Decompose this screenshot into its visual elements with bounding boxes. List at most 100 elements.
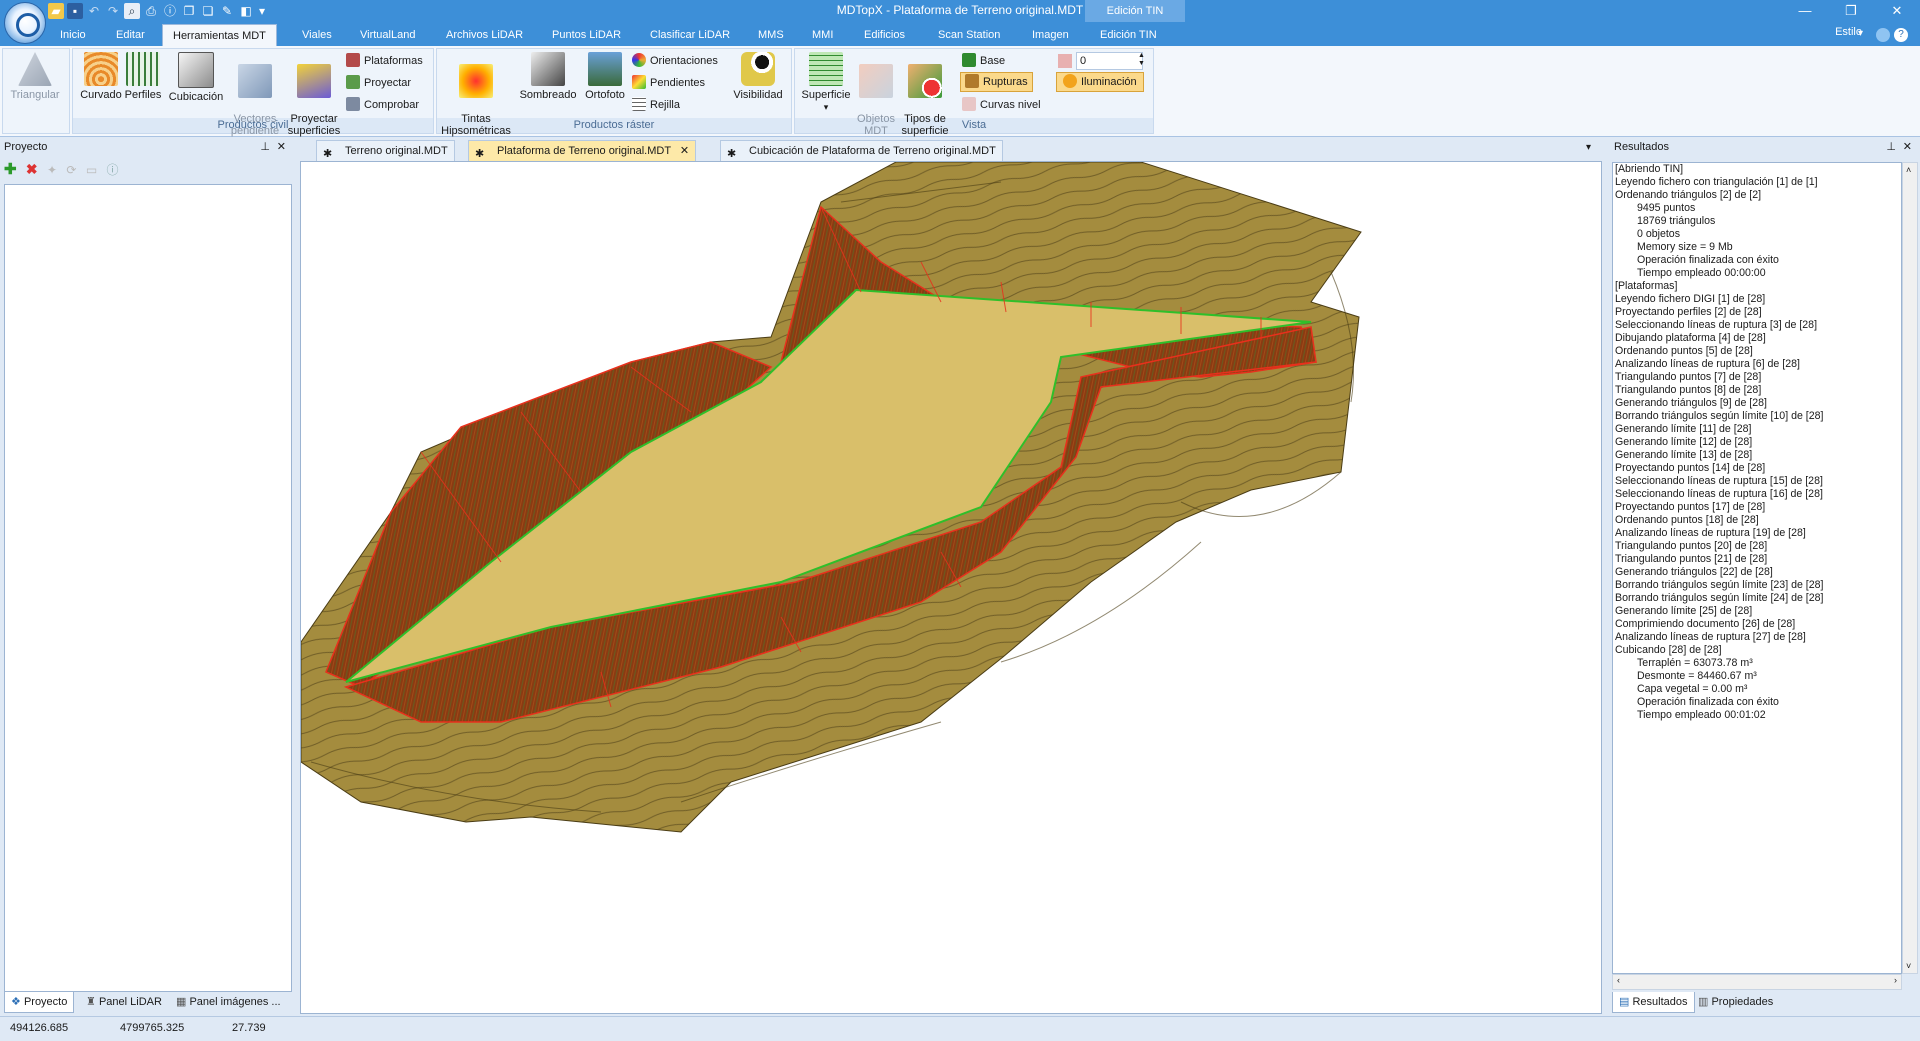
tipos-superficie-button[interactable]: Tipos de superficie <box>898 52 952 137</box>
pin-icon[interactable]: ⊥ <box>260 138 270 156</box>
log-line: Analizando líneas de ruptura [27] de [28… <box>1615 631 1806 643</box>
scroll-down-icon[interactable]: ˅ <box>1906 961 1911 971</box>
tintas-label: Tintas Hipsométricas <box>441 113 511 137</box>
log-line: Triangulando puntos [7] de [28] <box>1615 371 1762 383</box>
base-toggle[interactable]: Base <box>962 52 1005 70</box>
status-y-coordinate: 4799765.325 <box>120 1022 185 1034</box>
style-dropdown-icon[interactable]: ▾ <box>1858 28 1863 39</box>
tab-edificios[interactable]: Edificios <box>854 24 915 46</box>
doc-tab-terreno[interactable]: ✱ Terreno original.MDT <box>316 140 455 161</box>
proyectar-label: Proyectar <box>364 77 412 89</box>
log-line: Seleccionando líneas de ruptura [3] de [… <box>1615 319 1818 331</box>
orientaciones-label: Orientaciones <box>650 55 718 67</box>
surface-grid-icon <box>809 52 843 86</box>
tab-edicion-tin[interactable]: Edición TIN <box>1090 24 1167 46</box>
sombreado-button[interactable]: Sombreado <box>516 52 580 118</box>
scroll-right-icon[interactable]: › <box>1894 975 1897 985</box>
spin-value-field[interactable]: 0 <box>1076 52 1143 70</box>
results-log[interactable]: [Abriendo TIN] Leyendo fichero con triang… <box>1612 162 1902 974</box>
visibilidad-label: Visibilidad <box>733 89 783 101</box>
profiles-icon <box>126 52 160 86</box>
tab-editar[interactable]: Editar <box>106 24 155 46</box>
lidar-tab-icon: ♜ <box>86 996 96 1008</box>
tab-propiedades[interactable]: ▥ Propiedades <box>1692 992 1779 1012</box>
iluminacion-toggle[interactable]: Iluminación <box>1056 72 1144 92</box>
bulb-icon[interactable]: ✦ <box>47 163 57 177</box>
add-icon[interactable]: ✚ <box>4 161 17 178</box>
help-icon[interactable]: ? <box>1894 28 1908 42</box>
tipos-label: Tipos de superficie <box>901 113 949 137</box>
log-line: Triangulando puntos [20] de [28] <box>1615 540 1768 552</box>
tab-viales[interactable]: Viales <box>292 24 342 46</box>
log-line: Generando límite [12] de [28] <box>1615 436 1753 448</box>
objetos-mdt-button[interactable]: Objetos MDT <box>856 52 896 137</box>
cubicacion-button[interactable]: Cubicación <box>166 52 226 118</box>
tab-clasificar-lidar[interactable]: Clasificar LiDAR <box>640 24 740 46</box>
minimize-button[interactable]: — <box>1782 0 1828 22</box>
proyectar-button[interactable]: Proyectar <box>346 74 411 92</box>
ortofoto-button[interactable]: Ortofoto <box>580 52 630 118</box>
doc-tab-plataforma[interactable]: ✱ Plataforma de Terreno original.MDT ✕ <box>468 140 697 161</box>
doc-tab-cubicacion[interactable]: ✱ Cubicación de Plataforma de Terreno ori… <box>720 140 1003 161</box>
refresh-icon[interactable]: ⟳ <box>66 163 76 177</box>
surface-types-icon <box>908 64 942 98</box>
curvas-nivel-toggle[interactable]: Curvas nivel <box>962 96 1041 114</box>
tab-mmi[interactable]: MMI <box>802 24 843 46</box>
tab-virtualland[interactable]: VirtualLand <box>350 24 425 46</box>
rupturas-toggle[interactable]: Rupturas <box>960 72 1033 92</box>
log-vscrollbar[interactable]: ˄ ˅ <box>1902 162 1918 974</box>
panel-close-icon[interactable]: ✕ <box>1903 138 1912 156</box>
rejilla-button[interactable]: Rejilla <box>632 96 680 114</box>
log-line: Ordenando puntos [5] de [28] <box>1615 345 1753 357</box>
comprobar-button[interactable]: Comprobar <box>346 96 419 114</box>
app-logo-icon[interactable] <box>4 2 46 44</box>
delete-icon[interactable]: ✖ <box>26 161 38 177</box>
log-line: Operación finalizada con éxito <box>1637 254 1779 266</box>
log-line: Borrando triángulos según límite [10] de… <box>1615 410 1824 422</box>
tab-archivos-lidar[interactable]: Archivos LiDAR <box>436 24 533 46</box>
tab-panel-imagenes[interactable]: ▦ Panel imágenes ... <box>170 992 287 1012</box>
tab-inicio[interactable]: Inicio <box>50 24 96 46</box>
folder-icon[interactable]: ▭ <box>86 163 97 177</box>
triangular-button[interactable]: Triangular <box>8 52 62 118</box>
vectores-pendiente-button[interactable]: Vectores pendiente <box>226 52 284 137</box>
tab-proyecto[interactable]: ❖ Proyecto <box>4 992 75 1013</box>
project-tree[interactable] <box>4 184 292 992</box>
slopes-icon <box>632 75 646 89</box>
tab-imagen[interactable]: Imagen <box>1022 24 1079 46</box>
plataformas-button[interactable]: Plataformas <box>346 52 423 70</box>
minimize-ribbon-icon[interactable] <box>1876 28 1890 42</box>
terrain-3d-viewport[interactable] <box>300 161 1602 1014</box>
maximize-button[interactable]: ❐ <box>1828 0 1874 22</box>
log-line: Triangulando puntos [21] de [28] <box>1615 553 1768 565</box>
tab-herramientas-mdt[interactable]: Herramientas MDT <box>162 24 277 47</box>
log-hscrollbar[interactable]: ‹ › <box>1612 974 1902 990</box>
visibilidad-button[interactable]: Visibilidad <box>728 52 788 118</box>
doc-tab-close-icon[interactable]: ✕ <box>680 141 689 161</box>
exaggeration-spinner[interactable]: 0 ▲ ▼ <box>1058 52 1148 70</box>
proyectar-superficies-button[interactable]: Proyectar superficies <box>284 52 344 137</box>
scroll-up-icon[interactable]: ˄ <box>1906 165 1911 175</box>
close-button[interactable]: ✕ <box>1874 0 1920 22</box>
scroll-left-icon[interactable]: ‹ <box>1617 975 1620 985</box>
log-line: Triangulando puntos [8] de [28] <box>1615 384 1762 396</box>
tin-icon: ✱ <box>323 148 333 160</box>
project-tab-icon: ❖ <box>11 996 21 1008</box>
doc-tabs-dropdown-icon[interactable]: ▾ <box>1586 142 1591 153</box>
tab-puntos-lidar[interactable]: Puntos LiDAR <box>542 24 631 46</box>
orientaciones-button[interactable]: Orientaciones <box>632 52 718 70</box>
log-line: Cubicando [28] de [28] <box>1615 644 1722 656</box>
tab-scan-station[interactable]: Scan Station <box>928 24 1010 46</box>
spin-arrows-icon[interactable]: ▲ ▼ <box>1138 52 1145 68</box>
tab-mms[interactable]: MMS <box>748 24 794 46</box>
pin-icon[interactable]: ⊥ <box>1886 138 1896 156</box>
tintas-hipsometricas-button[interactable]: Tintas Hipsométricas <box>440 52 512 137</box>
superficie-button[interactable]: Superficie ▾ <box>796 52 856 118</box>
panel-close-icon[interactable]: ✕ <box>277 138 286 156</box>
perfiles-button[interactable]: Perfiles <box>118 52 168 118</box>
tab-panel-lidar[interactable]: ♜ Panel LiDAR <box>80 992 168 1012</box>
tab-resultados[interactable]: ▤ Resultados <box>1612 992 1695 1013</box>
curvado-label: Curvado <box>80 89 122 101</box>
pendientes-button[interactable]: Pendientes <box>632 74 705 92</box>
properties-icon[interactable]: ⓘ <box>107 163 119 177</box>
